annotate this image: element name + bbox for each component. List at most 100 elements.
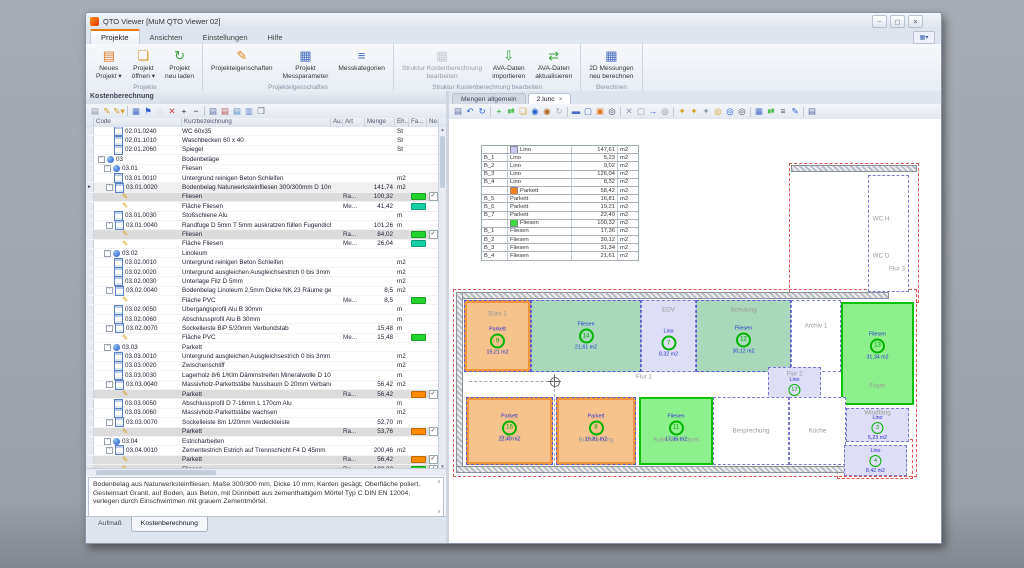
measure-circle[interactable]: 12 — [736, 332, 751, 347]
project-properties-button[interactable]: ✎Projekteigenschaften — [207, 46, 277, 82]
tool-pick-icon[interactable]: ✦ — [676, 106, 688, 117]
new-project-button[interactable]: ▤Neues Projekt ▾ — [92, 46, 126, 82]
grid-vertical-scrollbar[interactable]: ▲▼ — [438, 127, 446, 469]
menu-tab-einstellungen[interactable]: Einstellungen — [192, 31, 257, 44]
room-küche[interactable]: Küche — [789, 397, 846, 465]
tree-row[interactable]: -03.02.0070Sockelleiste BiP 5/20mm Verbu… — [86, 324, 439, 333]
collapse-icon[interactable]: - — [106, 325, 113, 332]
measure-circle[interactable]: 8 — [589, 420, 604, 435]
scroll-thumb[interactable] — [96, 470, 216, 475]
detach-window-icon[interactable]: ❐ — [255, 106, 267, 117]
tree-row[interactable]: ✎ParkettRa...53,76✓ — [86, 428, 439, 437]
print-preview-icon[interactable]: ▤ — [231, 106, 243, 117]
scroll-thumb[interactable] — [440, 136, 445, 188]
measure-circle[interactable]: 3 — [871, 422, 883, 434]
column-header[interactable]: Eh... — [395, 118, 409, 127]
room-area[interactable]: Lino48,42 m2 — [844, 445, 907, 476]
tree-row[interactable]: -03.04.0010Zementestrich Estrich auf Tre… — [86, 446, 439, 455]
recalc-2d-button[interactable]: ▦2D Messungen neu berechnen — [585, 46, 637, 82]
collapse-icon[interactable]: - — [106, 447, 113, 454]
measure-circle[interactable]: 9 — [490, 334, 505, 349]
tab-kostenberechnung[interactable]: Kostenberechnung — [131, 517, 208, 532]
drawing-canvas[interactable]: Lino147,61m2B_1Lino5,23m2B_2Lino9,02m2B_… — [449, 119, 941, 543]
measure-circle[interactable]: 11 — [669, 420, 684, 435]
tool-wrench-icon[interactable]: ✦ — [700, 106, 712, 117]
add-icon[interactable]: + — [178, 106, 190, 117]
zoom-fit-icon[interactable]: ◎ — [736, 106, 748, 117]
tree-row[interactable]: 02.01.2060SpiegelSt — [86, 146, 439, 155]
room-windfang[interactable]: WindfangLino35,23 m2 — [846, 408, 909, 442]
tree-row[interactable]: -03Bodenbeläge — [86, 155, 439, 164]
measure-parameters-button[interactable]: ▦Projekt Messparameter — [279, 46, 333, 82]
print-icon[interactable]: ▤ — [207, 106, 219, 117]
room-aufenthaltsraum[interactable]: AufenthaltsraumFliesen1117,36 m2 — [639, 397, 713, 465]
collapse-icon[interactable]: - — [106, 381, 113, 388]
measure-circle[interactable]: 14 — [579, 329, 594, 344]
title-bar[interactable]: QTO Viewer [MuM QTO Viewer 02] –▢✕ — [86, 13, 941, 29]
sync-disabled-icon[interactable]: ↻ — [553, 106, 565, 117]
delete-icon[interactable]: ✕ — [166, 106, 178, 117]
scroll-up-icon[interactable]: ∧ — [437, 479, 441, 485]
print-plan-icon[interactable]: ▤ — [806, 106, 818, 117]
select-window-icon[interactable]: ▣ — [594, 106, 606, 117]
layers-icon[interactable]: ≡ — [777, 106, 789, 117]
collapse-icon[interactable]: - — [104, 344, 111, 351]
tree-row[interactable]: -03.03.0040Massivholz-Parkettstäbe Nussb… — [86, 381, 439, 390]
window-maximize-button[interactable]: ▢ — [890, 15, 905, 28]
reload-project-button[interactable]: ↻Projekt neu laden — [161, 46, 198, 82]
globe-icon[interactable]: ◉ — [529, 106, 541, 117]
measure-circle[interactable]: 16 — [502, 420, 517, 435]
tree-row[interactable]: ✎FliesenRa...100,32✓ — [86, 193, 439, 202]
window-minimize-button[interactable]: – — [872, 15, 887, 28]
flag-icon[interactable]: ⚑ — [142, 106, 154, 117]
ava-update-button[interactable]: ⇄AVA-Daten aktualisieren — [531, 46, 576, 82]
zoom-out-icon[interactable]: ◎ — [724, 106, 736, 117]
room-archiv-1[interactable]: Archiv 1 — [791, 300, 841, 372]
measure-circle[interactable]: 7 — [661, 336, 676, 351]
open-project-button[interactable]: ❏Projekt öffnen ▾ — [128, 46, 159, 82]
goto-icon[interactable]: → — [647, 106, 659, 117]
measure-table-icon[interactable]: ▦ — [753, 106, 765, 117]
report-icon[interactable]: ▥ — [243, 106, 255, 117]
column-header[interactable]: Kurzbezeichnung — [182, 118, 331, 127]
tree-row[interactable]: ✎FliesenRa...84,02✓ — [86, 230, 439, 239]
column-header[interactable]: Code — [94, 118, 182, 127]
tree-row[interactable]: -03.03.0070Sockelleiste 8/n 1/20mm Verde… — [86, 418, 439, 427]
measure-circle[interactable]: 13 — [870, 338, 885, 353]
circle-icon[interactable]: ◌ — [154, 106, 166, 117]
room-besprechung[interactable]: Besprechung — [713, 397, 789, 465]
print-cancel-icon[interactable]: ▤ — [219, 106, 231, 117]
room-area[interactable] — [868, 175, 909, 292]
window-close-button[interactable]: ✕ — [908, 15, 923, 28]
tree-row[interactable]: ✎Fläche FliesenMe...26,04 — [86, 240, 439, 249]
collapse-icon[interactable]: - — [106, 419, 113, 426]
collapse-icon[interactable]: - — [104, 250, 111, 257]
zoom-object-icon[interactable]: ◎ — [606, 106, 618, 117]
tool-adjust-icon[interactable]: ✦ — [688, 106, 700, 117]
tree-row[interactable]: -03.02.0040Bodenbelag Linoleum 2,5mm Dic… — [86, 287, 439, 296]
zoom-in-icon[interactable]: ◎ — [712, 106, 724, 117]
column-header[interactable]: Art — [343, 118, 365, 127]
room-foyer[interactable]: FoyerFliesen1331,34 m2 — [841, 302, 914, 405]
screen-icon[interactable]: ▬ — [570, 106, 582, 117]
room-edv[interactable]: EDVLino78,32 m2 — [641, 300, 696, 372]
menu-tab-hilfe[interactable]: Hilfe — [258, 31, 293, 44]
collapse-icon[interactable]: - — [104, 438, 111, 445]
add-measure-icon[interactable]: + — [493, 106, 505, 117]
collapse-icon[interactable]: - — [104, 165, 111, 172]
measure-circle[interactable]: 4 — [869, 455, 881, 467]
edit-icon[interactable]: ✎ — [101, 106, 113, 117]
room-buchhaltung[interactable]: BuchhaltungParkett816,81 m2 — [556, 397, 636, 465]
remove-icon[interactable]: − — [190, 106, 202, 117]
room-area[interactable]: Fliesen1421,61 m2 — [531, 300, 641, 372]
ava-import-button[interactable]: ⇩AVA-Daten importieren — [488, 46, 529, 82]
print-icon[interactable]: ▤ — [452, 106, 464, 117]
edit-measure-icon[interactable]: ✎ — [789, 106, 801, 117]
room-schulung[interactable]: SchulungFliesen1230,12 m2 — [696, 300, 791, 372]
column-header[interactable]: Menge — [365, 118, 395, 127]
tab-aufmaß[interactable]: Aufmaß — [89, 517, 131, 532]
menu-tab-ansichten[interactable]: Ansichten — [140, 31, 193, 44]
close-icon[interactable]: × — [559, 96, 563, 103]
layout-icon[interactable]: ▦ — [130, 106, 142, 117]
column-header[interactable]: Ne... — [427, 118, 439, 127]
